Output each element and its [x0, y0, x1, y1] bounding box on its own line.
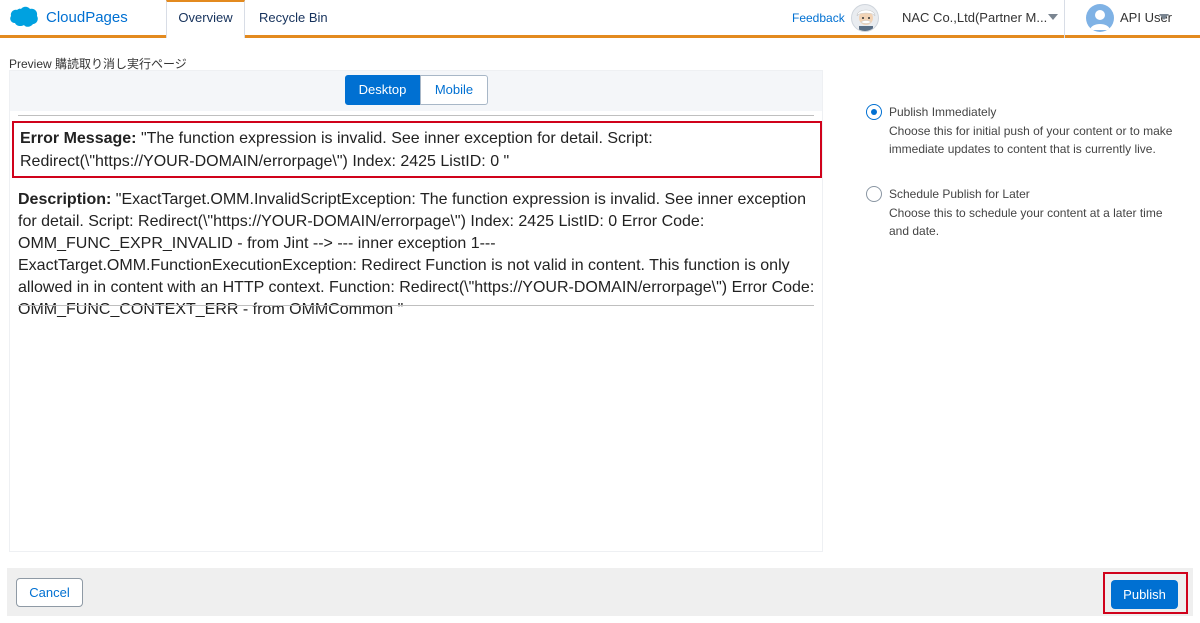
top-header: CloudPages Overview Recycle Bin Feedback… [0, 0, 1200, 38]
error-description: Description: "ExactTarget.OMM.InvalidScr… [18, 189, 818, 321]
publish-highlight: Publish [1103, 572, 1188, 614]
view-toggle-bar: Desktop Mobile [10, 71, 822, 111]
feedback-link[interactable]: Feedback [792, 11, 845, 25]
tab-recycle-bin[interactable]: Recycle Bin [259, 0, 328, 38]
user-avatar-icon[interactable] [1086, 4, 1114, 32]
schedule-publish-label[interactable]: Schedule Publish for Later [889, 187, 1030, 201]
footer-bar: Cancel Publish [7, 568, 1193, 616]
tab-overview[interactable]: Overview [166, 0, 245, 38]
chevron-down-icon[interactable] [1159, 14, 1169, 20]
cancel-button[interactable]: Cancel [16, 578, 83, 607]
chevron-down-icon[interactable] [1048, 14, 1058, 20]
publish-immediately-description: Choose this for initial push of your con… [889, 124, 1173, 156]
schedule-publish-radio[interactable] [866, 186, 882, 202]
preview-panel: Desktop Mobile Error Message: "The funct… [9, 70, 823, 552]
app-name[interactable]: CloudPages [46, 9, 128, 26]
error-label: Error Message: [20, 130, 137, 147]
description-text: "ExactTarget.OMM.InvalidScriptException:… [18, 191, 815, 318]
description-label: Description: [18, 191, 112, 208]
divider [18, 115, 814, 116]
mobile-view-button[interactable]: Mobile [420, 75, 488, 105]
salesforce-cloud-icon [10, 6, 38, 27]
divider [18, 305, 814, 306]
org-switcher[interactable]: NAC Co.,Ltd(Partner M... [902, 10, 1047, 25]
publish-immediately-radio[interactable] [866, 104, 882, 120]
schedule-publish-description: Choose this to schedule your content at … [889, 206, 1163, 238]
error-message: Error Message: "The function expression … [12, 121, 822, 178]
desktop-view-button[interactable]: Desktop [345, 75, 420, 105]
header-divider [1064, 0, 1065, 38]
publish-button[interactable]: Publish [1111, 580, 1178, 609]
publish-immediately-label[interactable]: Publish Immediately [889, 105, 996, 119]
einstein-avatar-icon [851, 4, 879, 32]
